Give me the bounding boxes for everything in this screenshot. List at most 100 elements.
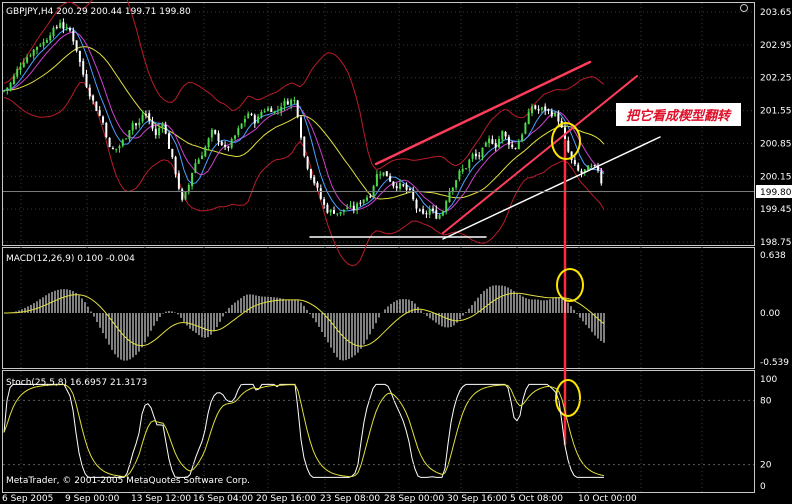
copyright-text: MetaTrader, © 2001-2005 MetaQuotes Softw…	[6, 476, 250, 486]
stoch-tick-label-2: 20	[760, 461, 772, 471]
candle-body-9	[32, 49, 35, 56]
candle-body-155	[514, 148, 517, 150]
time-tick-label-3: 16 Sep 04:00	[193, 494, 253, 504]
candle-body-160	[531, 106, 533, 114]
candle-body-96	[319, 188, 322, 200]
candle-body-54	[181, 189, 184, 200]
candle-body-138	[458, 170, 461, 180]
candle-body-162	[537, 109, 540, 111]
candle-body-55	[184, 191, 187, 200]
candle-body-38	[128, 130, 131, 139]
time-tick-label-7: 30 Sep 16:00	[447, 494, 507, 504]
candle-body-73	[243, 119, 246, 123]
candle-body-40	[135, 123, 137, 126]
candle-body-120	[399, 183, 401, 189]
candle-body-108	[359, 202, 362, 204]
candle-body-24	[82, 61, 85, 75]
candle-body-137	[455, 180, 458, 188]
candle-body-109	[362, 199, 365, 204]
candle-body-82	[273, 111, 276, 113]
candle-body-127	[422, 209, 425, 214]
candle-body-58	[194, 163, 197, 173]
candle-body-150	[498, 138, 500, 148]
candle-body-123	[408, 188, 411, 190]
candle-body-16	[55, 27, 58, 29]
stoch-label: Stoch(25,5,8) 16.6957 21.3173	[6, 378, 147, 388]
candle-body-4	[16, 69, 19, 77]
candle-body-90	[300, 117, 302, 138]
candle-body-145	[481, 147, 484, 158]
price-tick-label-7: 198.75	[760, 238, 792, 248]
candle-body-28	[95, 101, 98, 111]
candle-body-63	[210, 129, 213, 138]
candle-body-71	[237, 128, 240, 135]
candle-body-121	[402, 184, 405, 186]
time-tick-label-0: 6 Sep 2005	[2, 494, 53, 504]
candle-body-41	[138, 122, 141, 126]
candle-body-48	[161, 124, 164, 129]
candle-body-44	[148, 113, 151, 121]
candle-body-68	[227, 146, 230, 148]
macd-tick-label-2: -0.539	[760, 358, 789, 368]
candle-body-140	[465, 168, 467, 170]
candle-body-147	[488, 138, 491, 144]
candle-body-102	[339, 211, 342, 214]
candle-body-31	[105, 122, 108, 138]
candle-body-161	[534, 105, 537, 109]
candle-body-52	[174, 156, 177, 175]
annotation-text: 把它看成楔型翻转	[626, 108, 732, 124]
candle-body-11	[39, 45, 42, 47]
candle-body-101	[336, 213, 339, 215]
candle-body-139	[461, 168, 464, 172]
candle-body-47	[158, 127, 161, 136]
candle-body-18	[62, 22, 65, 29]
time-tick-label-1: 9 Sep 00:00	[65, 494, 120, 504]
candle-body-75	[250, 113, 253, 115]
candle-body-167	[554, 112, 557, 117]
candle-body-34	[115, 148, 118, 150]
candle-body-84	[280, 106, 283, 112]
candle-body-181	[600, 171, 603, 184]
candle-body-168	[557, 113, 560, 122]
candle-body-57	[191, 172, 194, 187]
candle-body-64	[214, 129, 217, 134]
candle-body-171	[567, 140, 570, 152]
macd-tick-label-1: 0.00	[760, 309, 780, 319]
candle-body-106	[352, 205, 355, 211]
candle-body-33	[111, 148, 114, 150]
candle-body-69	[230, 138, 233, 148]
stoch-tick-label-1: 80	[760, 396, 772, 406]
last-price-label: 199.80	[760, 188, 792, 198]
candle-body-144	[478, 155, 481, 157]
time-tick-label-6: 28 Sep 00:00	[384, 494, 444, 504]
time-tick-label-2: 13 Sep 12:00	[131, 494, 191, 504]
candle-body-76	[253, 115, 256, 124]
candle-body-129	[428, 209, 431, 215]
candle-body-87	[290, 99, 293, 105]
chart-background	[0, 0, 792, 504]
candle-body-43	[144, 114, 147, 116]
candle-body-177	[587, 165, 590, 170]
candle-body-19	[65, 27, 68, 29]
candle-body-133	[441, 211, 444, 216]
candle-body-51	[171, 148, 174, 158]
candle-body-98	[326, 204, 329, 213]
candle-body-67	[224, 144, 227, 147]
candle-body-37	[125, 138, 128, 140]
candle-body-50	[168, 133, 170, 149]
candle-body-17	[59, 22, 62, 28]
candle-body-70	[234, 135, 236, 139]
price-tick-label-2: 202.25	[760, 74, 792, 84]
candle-body-152	[504, 132, 507, 137]
candle-body-118	[392, 181, 395, 187]
candle-body-86	[286, 101, 289, 105]
candle-body-36	[121, 139, 124, 146]
candle-body-46	[154, 128, 157, 136]
candle-body-72	[240, 123, 243, 129]
candle-body-175	[580, 170, 583, 173]
candle-body-134	[445, 201, 448, 213]
stoch-tick-label-0: 100	[760, 375, 777, 385]
candle-body-12	[42, 42, 45, 46]
candle-body-23	[78, 51, 81, 62]
candle-body-77	[257, 116, 260, 124]
